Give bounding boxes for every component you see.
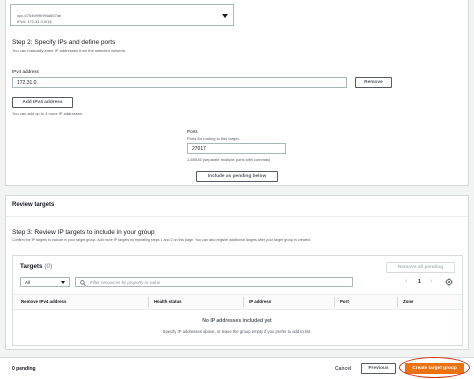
- targets-title: Targets (0): [20, 263, 52, 270]
- filter-search-input[interactable]: Filter resources by property or value: [75, 277, 353, 287]
- step2-description: You can manually enter IP addresses from…: [12, 48, 127, 53]
- next-page-icon[interactable]: ›: [430, 278, 432, 285]
- gear-icon[interactable]: [445, 278, 453, 286]
- empty-state-description: Specify IP addresses above, or leave the…: [162, 329, 312, 334]
- step3-description: Confirm the IP targets to include in you…: [12, 238, 311, 242]
- chevron-down-icon: [222, 14, 228, 18]
- previous-button[interactable]: Previous: [361, 363, 396, 374]
- search-icon: [80, 280, 86, 286]
- column-remove-ipv4[interactable]: Remove IPv4 address: [21, 299, 66, 304]
- review-divider: [6, 216, 468, 217]
- column-divider: [243, 297, 244, 307]
- cancel-link[interactable]: Cancel: [335, 366, 351, 372]
- filter-type-value: All: [25, 279, 31, 285]
- vpc-select-line1: -: [17, 7, 19, 12]
- ports-label: Ports: [187, 129, 198, 134]
- ports-hint: Ports for routing to this target.: [187, 136, 240, 141]
- column-divider: [397, 297, 398, 307]
- prev-page-icon[interactable]: ‹: [405, 278, 407, 285]
- ports-range-hint: 1-65535 (separate multiple ports with co…: [187, 157, 271, 162]
- remove-ip-label: Remove: [364, 80, 383, 85]
- filter-type-select[interactable]: All: [20, 277, 70, 287]
- targets-count: (0): [44, 263, 53, 270]
- step2-title: Step 2: Specify IPs and define ports: [12, 39, 116, 46]
- filter-search-placeholder: Filter resources by property or value: [90, 279, 161, 285]
- include-as-pending-label: Include as pending below: [207, 174, 267, 179]
- ports-value: 27017: [192, 145, 206, 152]
- column-ip-address[interactable]: IP address: [249, 299, 271, 304]
- pending-count: 0 pending: [12, 366, 36, 372]
- add-ipv4-label: Add IPv4 address: [22, 100, 63, 105]
- page-number[interactable]: 1: [418, 279, 421, 285]
- chevron-down-icon: [61, 281, 65, 284]
- step3-title: Step 3: Review IP targets to include in …: [12, 229, 155, 236]
- previous-label: Previous: [368, 366, 389, 371]
- column-divider: [148, 297, 149, 307]
- ipv4-address-input[interactable]: 172.31.0.: [12, 77, 347, 88]
- vpc-select-id: vpc-0754b99b9f4d657ab: [17, 13, 62, 18]
- ports-input[interactable]: 27017: [187, 143, 286, 154]
- add-ipv4-button[interactable]: Add IPv4 address: [12, 97, 73, 108]
- remove-ip-button[interactable]: Remove: [355, 77, 392, 88]
- empty-state-title: No IP addresses included yet: [202, 318, 272, 324]
- vpc-select[interactable]: - vpc-0754b99b9f4d657ab IPv4: 172.31.0.0…: [10, 4, 234, 26]
- review-targets-header: Review targets: [12, 202, 55, 208]
- table-header-row: [13, 294, 462, 310]
- ipv4-label: IPv4 address: [12, 69, 39, 74]
- include-as-pending-button[interactable]: Include as pending below: [196, 171, 278, 182]
- ipv4-address-value: 172.31.0.: [17, 79, 38, 86]
- remove-all-pending-label: Remove all pending: [397, 265, 444, 270]
- targets-title-text: Targets: [20, 263, 43, 270]
- column-divider: [334, 297, 335, 307]
- column-port[interactable]: Port: [340, 299, 349, 304]
- column-zone[interactable]: Zone: [403, 299, 414, 304]
- annotation-highlight-circle: [399, 357, 470, 378]
- add-ip-hint: You can add up to 4 more IP addresses.: [12, 111, 84, 116]
- column-health-status[interactable]: Health status: [154, 299, 182, 304]
- vpc-select-cidr: IPv4: 172.31.0.0/16: [17, 19, 52, 24]
- remove-all-pending-button[interactable]: Remove all pending: [386, 262, 455, 273]
